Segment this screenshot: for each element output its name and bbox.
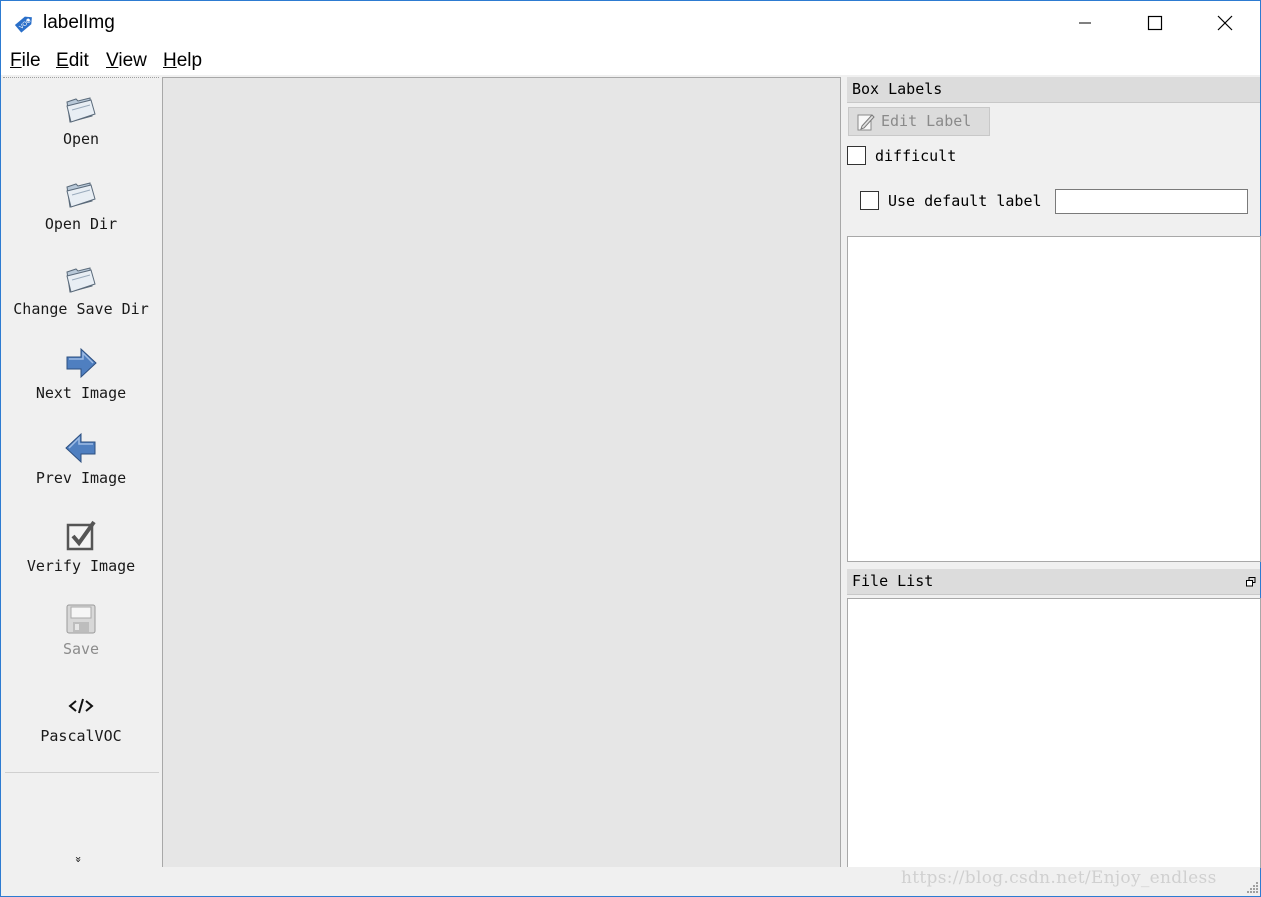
menu-view-rest: iew (118, 50, 147, 71)
open-folder-icon (66, 182, 96, 208)
tool-verify-image[interactable]: Verify Image (3, 519, 159, 575)
menu-edit-mnemonic: E (56, 50, 69, 71)
edit-label-button-text: Edit Label (881, 112, 972, 130)
menu-help-rest: elp (176, 50, 203, 71)
tool-open-dir-label: Open Dir (44, 215, 118, 233)
minimize-button[interactable] (1050, 1, 1120, 45)
use-default-label-checkbox[interactable] (860, 191, 879, 210)
tool-open-dir[interactable]: Open Dir (3, 177, 159, 233)
menu-file-rest: ile (21, 50, 41, 71)
menu-view[interactable]: View (106, 50, 147, 72)
title-bar[interactable]: VOC labelImg (1, 1, 1260, 45)
edit-pencil-icon (857, 114, 875, 131)
tool-pascalvoc-label: PascalVOC (40, 727, 122, 745)
maximize-button[interactable] (1120, 1, 1190, 45)
open-folder-icon (66, 267, 96, 293)
tool-next-image[interactable]: Next Image (3, 346, 159, 402)
tool-prev-image-label: Prev Image (35, 469, 127, 487)
tool-change-save-dir[interactable]: Change Save Dir (3, 262, 159, 318)
label-list[interactable] (847, 236, 1261, 562)
file-list-dock-title[interactable]: File List (847, 569, 1260, 595)
open-folder-icon (66, 97, 96, 123)
window-title: labelImg (43, 12, 115, 33)
resize-grip-icon[interactable] (1247, 881, 1259, 893)
file-list-title: File List (852, 572, 934, 590)
toolbar-separator (5, 772, 159, 773)
minimize-icon (1079, 22, 1091, 24)
menu-help-mnemonic: H (163, 50, 177, 71)
menu-edit[interactable]: Edit (56, 50, 89, 72)
tool-verify-image-label: Verify Image (26, 557, 136, 575)
tool-pascalvoc[interactable]: PascalVOC (3, 689, 159, 745)
tool-save[interactable]: Save (3, 602, 159, 658)
labelimg-app-icon: VOC (14, 16, 33, 33)
menu-bar: File Edit View Help (1, 45, 1260, 75)
menu-file[interactable]: File (10, 50, 41, 72)
menu-view-mnemonic: V (106, 50, 119, 71)
box-labels-title: Box Labels (852, 80, 943, 98)
tool-prev-image[interactable]: Prev Image (3, 431, 159, 487)
tool-save-label: Save (62, 640, 100, 658)
code-tag-icon (68, 698, 94, 714)
tool-change-save-dir-label: Change Save Dir (13, 300, 149, 318)
tool-next-image-label: Next Image (35, 384, 127, 402)
file-list[interactable] (847, 598, 1261, 868)
tool-open[interactable]: Open (3, 92, 159, 148)
box-labels-dock-title[interactable]: Box Labels (847, 77, 1260, 103)
close-button[interactable] (1190, 1, 1260, 45)
menu-file-mnemonic: F (10, 50, 22, 71)
left-toolbar: Open Open Dir Change Save Dir Next Image… (3, 77, 159, 868)
save-disk-icon (66, 604, 96, 634)
watermark-text: https://blog.csdn.net/Enjoy_endless (901, 868, 1217, 888)
arrow-right-icon (66, 347, 97, 379)
app-window: VOC labelImg File Edit View Help Open Op… (0, 0, 1261, 897)
checkbox-verify-icon (66, 520, 96, 551)
maximize-icon (1147, 15, 1163, 31)
close-icon (1217, 15, 1233, 31)
arrow-left-icon (65, 432, 96, 464)
edit-label-button[interactable]: Edit Label (848, 107, 990, 136)
difficult-label: difficult (875, 147, 957, 165)
default-label-input[interactable] (1055, 189, 1248, 214)
menu-help[interactable]: Help (163, 50, 202, 72)
toolbar-extension-icon[interactable]: » (72, 856, 85, 863)
difficult-checkbox[interactable] (847, 146, 866, 165)
image-canvas[interactable] (162, 77, 841, 868)
menu-edit-rest: dit (68, 50, 89, 71)
use-default-label-text: Use default label (888, 192, 1042, 210)
tool-open-label: Open (62, 130, 100, 148)
dock-float-icon[interactable] (1246, 577, 1256, 587)
